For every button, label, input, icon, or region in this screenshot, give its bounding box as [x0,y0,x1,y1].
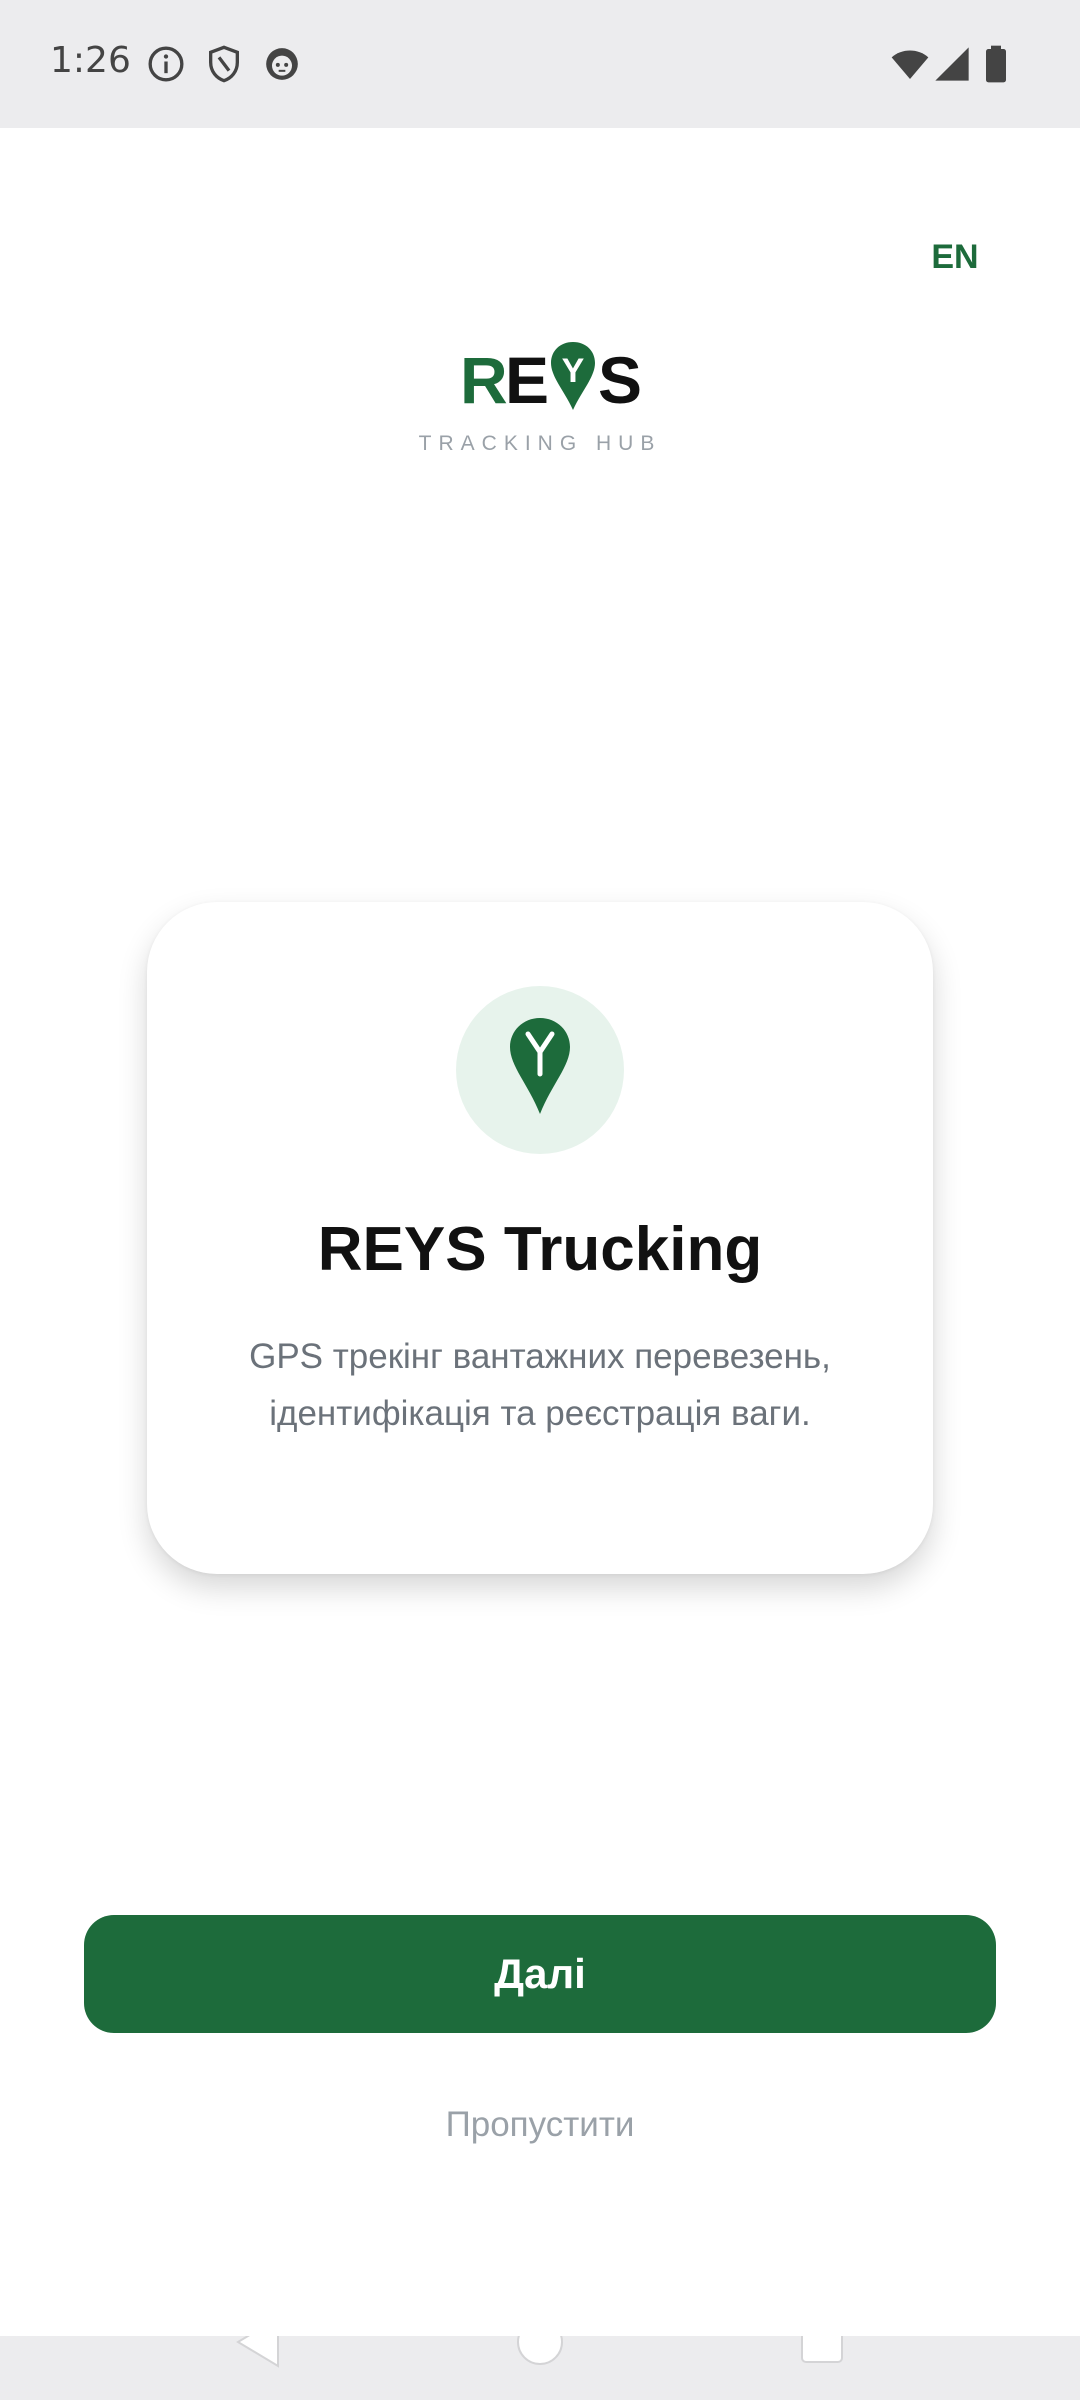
card-description: GPS трекінг вантажних перевезень, іденти… [249,1337,831,1433]
status-time: 1:26 [50,40,131,81]
logo-wordmark: R E Y S [460,340,643,420]
logo-letter-s: S [598,343,643,417]
onboarding-card: REYS Trucking GPS трекінг вантажних пере… [147,902,933,1574]
cell-signal-icon [932,44,972,84]
recents-icon[interactable] [792,2336,852,2372]
info-icon [146,44,186,84]
robot-face-icon [262,44,302,84]
onboarding-screen: 1:26 EN R E Y S TRACKING HUB REYS Trucki… [0,0,1080,2400]
status-bar: 1:26 [0,0,1080,128]
logo-letter-e: E [505,343,550,417]
logo-pin-letter: Y [562,352,585,390]
logo-tagline: TRACKING HUB [418,432,662,455]
shield-icon [204,44,244,84]
language-toggle[interactable]: EN [900,232,1010,282]
back-icon[interactable] [230,2336,290,2372]
home-icon[interactable] [510,2336,570,2372]
battery-icon [976,44,1016,84]
card-icon-badge [456,986,624,1154]
system-nav-bar [0,2336,1080,2400]
wifi-icon [890,44,930,84]
logo-pin-icon: Y [548,340,598,412]
next-button[interactable]: Далі [84,1915,996,2033]
map-pin-y-icon [510,1018,570,1114]
logo-letter-r: R [460,343,508,417]
card-title: REYS Trucking [317,1215,763,1284]
brand-logo: R E Y S TRACKING HUB [390,340,690,460]
skip-button[interactable]: Пропустити [340,2105,740,2145]
